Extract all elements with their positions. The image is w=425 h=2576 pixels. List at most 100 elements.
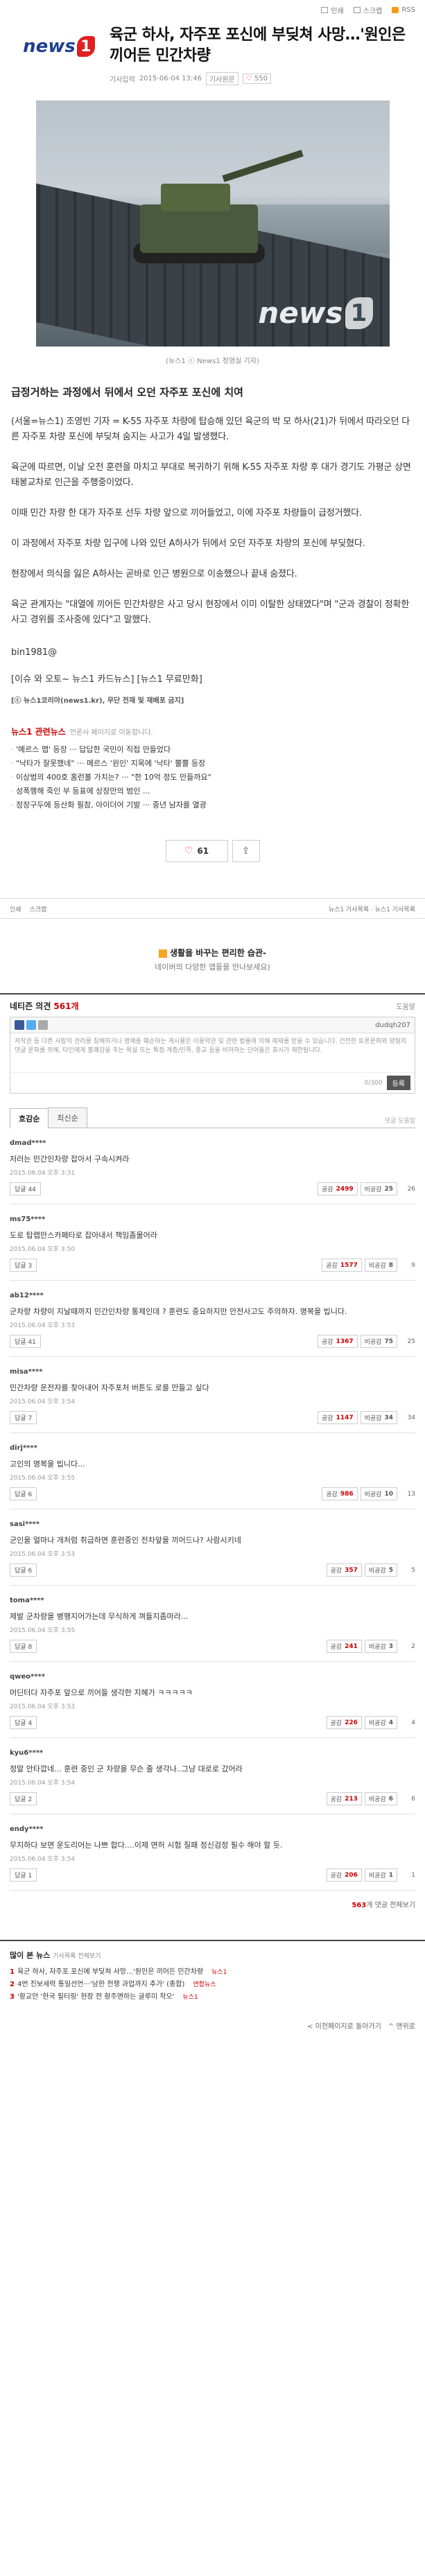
reply-button[interactable]: 답글 6 — [10, 1563, 37, 1577]
char-counter: 0/300 — [364, 1079, 383, 1087]
related-item[interactable]: 정장구두에 등산화 필참, 아이더어 기발 ··· 중년 남자를 열광 — [11, 798, 414, 812]
rss-button[interactable]: RSS — [392, 6, 415, 14]
comment-text: 도로 탑랩만스카페타로 잡아내서 책임좀물어라 — [10, 1231, 157, 1240]
comment-score: 26 — [407, 1185, 415, 1193]
promo-links[interactable]: [이슈 와 오토~ 뉴스1 카드뉴스] [뉴스1 무료만화] — [11, 672, 415, 685]
most-read-news: 많이 본 뉴스 기사목록 전체보기 1 육군 하사, 자주포 포신에 부딪쳐 사망…… — [0, 1940, 425, 2004]
reply-button[interactable]: 답글 1 — [10, 1868, 37, 1882]
byline: bin1981@ — [11, 647, 58, 658]
photo-watermark: news 1 — [258, 296, 373, 330]
comment-score: 6 — [411, 1795, 415, 1803]
paragraph: 현장에서 의식을 잃은 A하사는 곧바로 인근 병원으로 이송했으나 끝내 숨졌… — [11, 569, 297, 579]
print-button[interactable]: 인쇄 — [321, 5, 344, 15]
reply-button[interactable]: 답글 2 — [10, 1792, 37, 1805]
comment-item: ms75**** 도로 탑랩만스카페타로 잡아내서 책임좀물어라 2015.06.0… — [10, 1204, 415, 1281]
like-comment-button[interactable]: 공감 206 — [326, 1868, 362, 1882]
article-list-link[interactable]: 뉴스1 기사목록 · 뉴스1 기사목록 — [329, 904, 415, 913]
comment-item: qweo**** 머딘터다 자주포 앞으로 끼어들 생각한 지혜가 ㅋㅋㅋㅋㅋ 20… — [10, 1662, 415, 1738]
dislike-comment-button[interactable]: 비공감 75 — [360, 1335, 397, 1348]
comment-score: 25 — [407, 1338, 415, 1345]
most-read-item[interactable]: 1 육군 하사, 자주포 포신에 부딪쳐 사망…'원인은 끼어든 민간차량 뉴스1 — [10, 1966, 415, 1979]
paragraph: (서울=뉴스1) 조영빈 기자 = K-55 자주포 차량에 탑승해 있던 육군… — [11, 417, 410, 442]
comment-tabs: 호감순 최신순 댓글 도움말 — [10, 1107, 415, 1128]
dislike-comment-button[interactable]: 비공감 8 — [364, 1259, 397, 1272]
scrap-link[interactable]: 스크랩 — [30, 904, 47, 913]
share-button[interactable]: ⇪ — [232, 840, 260, 862]
reply-button[interactable]: 답글 6 — [10, 1487, 37, 1500]
facebook-icon[interactable] — [15, 1020, 24, 1030]
help-link[interactable]: 도움말 — [396, 1001, 415, 1011]
article-actions: ♡ 61 ⇪ — [0, 840, 425, 862]
comment-item: ab12**** 군차량 차량이 지날때까지 민간인차량 통제인데 ? 훈련도 중… — [10, 1281, 415, 1357]
dislike-comment-button[interactable]: 비공감 6 — [364, 1792, 397, 1805]
related-item[interactable]: 이상범의 400호 홈런볼 가치는? ··· "한 10억 정도 만들까요" — [11, 771, 414, 785]
comment-date: 2015.06.04 오후 3:54 — [10, 1780, 76, 1787]
like-comment-button[interactable]: 공감 1147 — [318, 1411, 358, 1424]
copyright: [ⓒ 뉴스1코리아(news1.kr), 무단 전재 및 재배포 금지] — [11, 697, 184, 705]
submit-comment-button[interactable]: 등록 — [386, 1076, 410, 1090]
comment-date: 2015.06.04 오후 3:53 — [10, 1703, 76, 1710]
paragraph: 육군 관계자는 "대열에 끼어든 민간차량은 사고 당시 현장에서 이미 이탈한… — [11, 599, 410, 625]
comment-author: endy**** — [10, 1825, 44, 1833]
back-to-top-link[interactable]: ^ 맨위로 — [388, 2020, 415, 2031]
comment-text: 머딘터다 자주포 앞으로 끼어들 생각한 지혜가 ㅋㅋㅋㅋㅋ — [10, 1688, 193, 1697]
photo-caption: (뉴스1 ⓒ News1 정영실 기자) — [166, 358, 259, 365]
reply-button[interactable]: 답글 41 — [10, 1335, 41, 1348]
related-item[interactable]: '메르스 맵' 등장 ··· 답답한 국민이 직접 만들었다 — [11, 743, 414, 757]
like-comment-button[interactable]: 공감 213 — [326, 1792, 362, 1805]
comment-item: dirj**** 고인의 명복을 빕니다... 2015.06.04 오후 3:55… — [10, 1433, 415, 1509]
like-comment-button[interactable]: 공감 241 — [326, 1640, 362, 1653]
comment-input[interactable]: 저작권 등 다른 사람의 권리를 침해하거나 명예를 훼손하는 게시물은 이용약… — [10, 1033, 415, 1072]
like-comment-button[interactable]: 공감 1577 — [322, 1259, 362, 1272]
like-comment-button[interactable]: 공감 226 — [326, 1716, 362, 1729]
dislike-comment-button[interactable]: 비공감 34 — [360, 1411, 397, 1424]
like-comment-button[interactable]: 공감 1367 — [318, 1335, 358, 1348]
scrap-button[interactable]: 스크랩 — [353, 5, 382, 15]
heart-icon: ♡ — [245, 75, 252, 82]
me2day-icon[interactable] — [38, 1020, 48, 1030]
tab-best[interactable]: 호감순 — [10, 1108, 49, 1128]
news1-logo[interactable]: news 1 — [21, 25, 97, 68]
dislike-comment-button[interactable]: 비공감 5 — [364, 1563, 397, 1577]
comment-item: misa**** 민간차량 운전자를 찾아내어 자주포처 버튼도 로를 만들고 싶… — [10, 1357, 415, 1433]
article-photo: news 1 — [35, 100, 390, 347]
more-comments-link[interactable]: 563개 댓글 전체보기 — [10, 1899, 415, 1909]
like-comment-button[interactable]: 공감 357 — [326, 1563, 362, 1577]
dislike-comment-button[interactable]: 비공감 10 — [360, 1487, 397, 1500]
comment-score: 34 — [407, 1414, 415, 1421]
article-meta: 기사입력 2015-06-04 13:46 기사원문 ♡ 550 — [110, 72, 415, 85]
like-badge[interactable]: ♡ 550 — [242, 73, 271, 84]
dislike-comment-button[interactable]: 비공감 3 — [364, 1640, 397, 1653]
comment-text: 군차량 차량이 지날때까지 민간인차량 통제인데 ? 훈련도 중요하지만 안전사… — [10, 1307, 347, 1316]
comment-count: 561개 — [53, 1001, 79, 1011]
like-button[interactable]: ♡ 61 — [165, 840, 228, 862]
naver-app-banner[interactable]: 생활을 바꾸는 편리한 습관- 네이버의 다양한 앱들을 만나보세요) — [0, 947, 425, 972]
related-item[interactable]: 성폭행해 죽인 부 등표에 상장만의 범인 ... — [11, 785, 414, 798]
like-comment-button[interactable]: 공감 2499 — [318, 1182, 358, 1195]
comment-text: 고인의 명복을 빕니다... — [10, 1460, 85, 1469]
comment-date: 2015.06.04 오후 3:53 — [10, 1551, 76, 1558]
twitter-icon[interactable] — [26, 1020, 36, 1030]
dislike-comment-button[interactable]: 비공감 4 — [364, 1716, 397, 1729]
like-comment-button[interactable]: 공감 986 — [322, 1487, 358, 1500]
reply-button[interactable]: 답글 8 — [10, 1640, 37, 1653]
comment-text: 무지하다 보면 운도리어는 나쁘 합다....이제 면허 시험 질패 정신검정 … — [10, 1841, 283, 1850]
most-read-item[interactable]: 3 '황교안 '한국 필터링' 현장 전 황주엔하는 글루미 착오' 뉴스1 — [10, 1991, 415, 2004]
prev-page-link[interactable]: < 이전페이지로 돌아가기 — [307, 2020, 381, 2031]
print-link[interactable]: 인쇄 — [10, 904, 21, 913]
page: 인쇄 스크랩 RSS news 1 육군 하사, 자주포 포신에 부딪쳐 사망…'… — [0, 0, 425, 2576]
original-link[interactable]: 기사원문 — [205, 72, 238, 85]
comment-score: 2 — [411, 1642, 415, 1650]
comment-author: misa**** — [10, 1368, 43, 1376]
tab-latest[interactable]: 최신순 — [48, 1107, 87, 1128]
most-read-item[interactable]: 2 4번 진보세력 통일선언···'남한 전쟁 과업까지 추가' (종합) 연합뉴스 — [10, 1979, 415, 1991]
reply-button[interactable]: 답글 4 — [10, 1716, 37, 1729]
comment-score: 4 — [411, 1719, 415, 1726]
dislike-comment-button[interactable]: 비공감 1 — [364, 1868, 397, 1882]
reply-button[interactable]: 답글 3 — [10, 1259, 37, 1272]
comment-score: 5 — [411, 1566, 415, 1574]
related-item[interactable]: "낙타가 잘못했네" ··· 메르스 '원인' 지목에 '낙타' 뿔뿔 등장 — [11, 757, 414, 771]
reply-button[interactable]: 답글 44 — [10, 1182, 41, 1195]
reply-button[interactable]: 답글 7 — [10, 1411, 37, 1424]
dislike-comment-button[interactable]: 비공감 25 — [360, 1182, 397, 1195]
